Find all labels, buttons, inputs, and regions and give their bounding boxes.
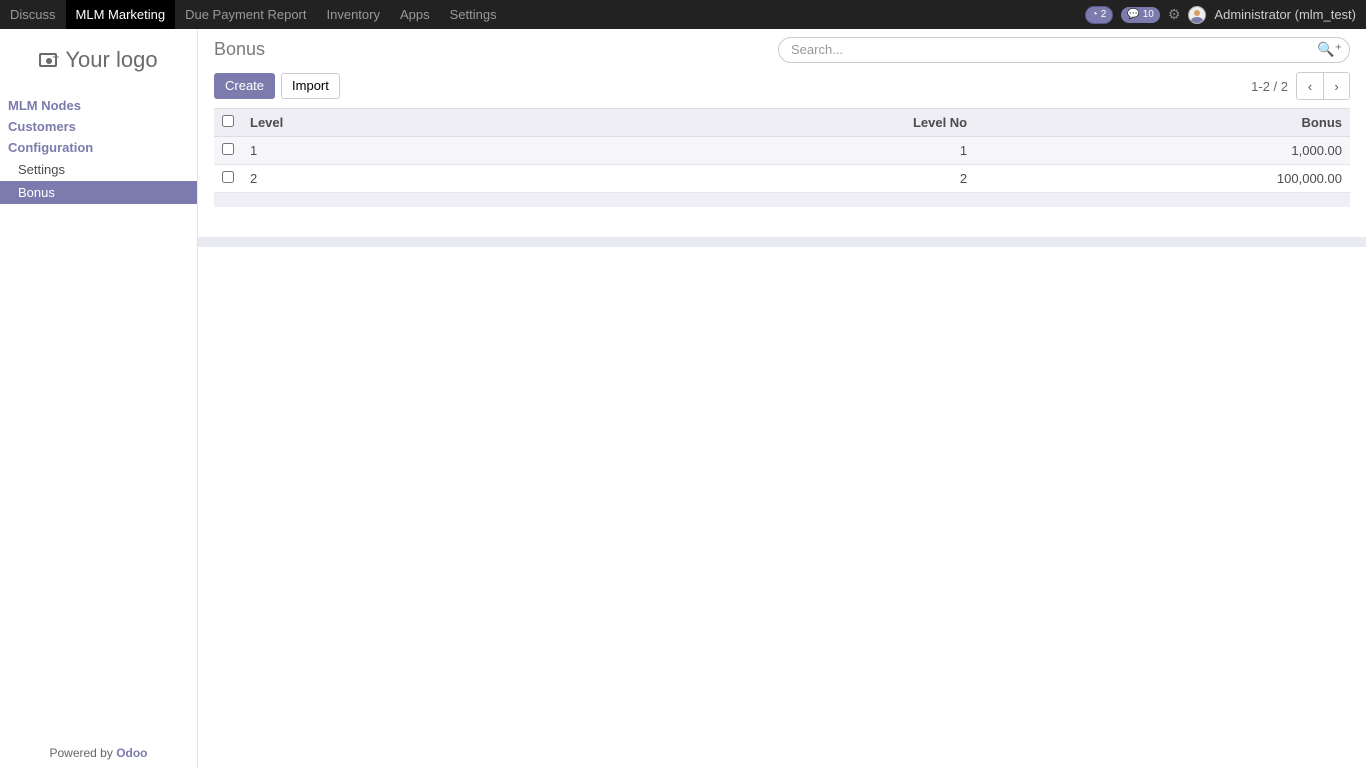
cell-level: 1 [242,137,600,165]
activity-badge[interactable]: ◔ 2 [1085,6,1114,24]
nav-due-payment-report[interactable]: Due Payment Report [175,0,316,29]
row-checkbox[interactable] [222,171,234,183]
nav-mlm-marketing[interactable]: MLM Marketing [66,0,176,29]
control-panel: Bonus 🔍⁺ Create Import 1-2 / 2 ‹ › [198,29,1366,108]
list-table: Level Level No Bonus 1 1 1,000.00 2 [214,108,1350,193]
sidebar-link-mlm-nodes[interactable]: MLM Nodes [0,95,197,116]
sidebar-link-configuration[interactable]: Configuration [0,137,197,158]
col-level[interactable]: Level [242,109,600,137]
avatar[interactable] [1188,6,1206,24]
cell-bonus: 100,000.00 [975,165,1350,193]
chevron-right-icon: › [1334,79,1338,94]
sidebar-sub-settings[interactable]: Settings [0,158,197,181]
pager-prev-button[interactable]: ‹ [1297,73,1323,99]
search-zoom-icon[interactable]: 🔍⁺ [1317,41,1342,58]
table-footer-strip [214,193,1350,207]
top-navbar: Discuss MLM Marketing Due Payment Report… [0,0,1366,29]
navbar-right: ◔ 2 💬 10 ⚙ Administrator (mlm_test) [1085,0,1366,29]
import-button[interactable]: Import [281,73,340,99]
chevron-left-icon: ‹ [1308,79,1312,94]
camera-icon [39,53,57,67]
cell-level: 2 [242,165,600,193]
logo: Your logo [0,29,197,91]
chat-icon: 💬 [1127,8,1139,22]
nav-apps[interactable]: Apps [390,0,440,29]
user-label[interactable]: Administrator (mlm_test) [1214,7,1356,22]
nav-settings[interactable]: Settings [440,0,507,29]
footer-prefix: Powered by [49,746,116,760]
select-all-checkbox[interactable] [222,115,234,127]
nav-inventory[interactable]: Inventory [317,0,390,29]
table-area: Level Level No Bonus 1 1 1,000.00 2 [198,108,1366,193]
col-level-no[interactable]: Level No [600,109,975,137]
sidebar-sub-bonus[interactable]: Bonus [0,181,197,204]
row-checkbox[interactable] [222,143,234,155]
cell-bonus: 1,000.00 [975,137,1350,165]
cell-level-no: 1 [600,137,975,165]
create-button[interactable]: Create [214,73,275,99]
pager-text: 1-2 / 2 [1251,79,1288,94]
cell-level-no: 2 [600,165,975,193]
table-row[interactable]: 2 2 100,000.00 [214,165,1350,193]
sidebar-footer: Powered by Odoo [0,740,197,768]
logo-text: Your logo [65,47,157,73]
col-bonus[interactable]: Bonus [975,109,1350,137]
col-checkbox [214,109,242,137]
nav-discuss[interactable]: Discuss [0,0,66,29]
main: Bonus 🔍⁺ Create Import 1-2 / 2 ‹ › [198,29,1366,768]
pager-next-button[interactable]: › [1323,73,1349,99]
pager: 1-2 / 2 ‹ › [1251,72,1350,100]
breadcrumb: Bonus [214,35,265,64]
navbar-menu: Discuss MLM Marketing Due Payment Report… [0,0,507,29]
search-wrap: 🔍⁺ [778,37,1350,63]
sidebar-link-customers[interactable]: Customers [0,116,197,137]
messages-badge[interactable]: 💬 10 [1121,7,1160,23]
debug-icon[interactable]: ⚙ [1168,6,1181,23]
activity-count: 2 [1101,8,1107,22]
table-row[interactable]: 1 1 1,000.00 [214,137,1350,165]
sidebar: Your logo MLM Nodes Customers Configurat… [0,29,198,768]
footer-brand[interactable]: Odoo [116,746,147,760]
search-input[interactable] [778,37,1350,63]
clock-icon: ◔ [1092,8,1098,22]
messages-count: 10 [1143,8,1154,22]
separator-strip [198,237,1366,247]
